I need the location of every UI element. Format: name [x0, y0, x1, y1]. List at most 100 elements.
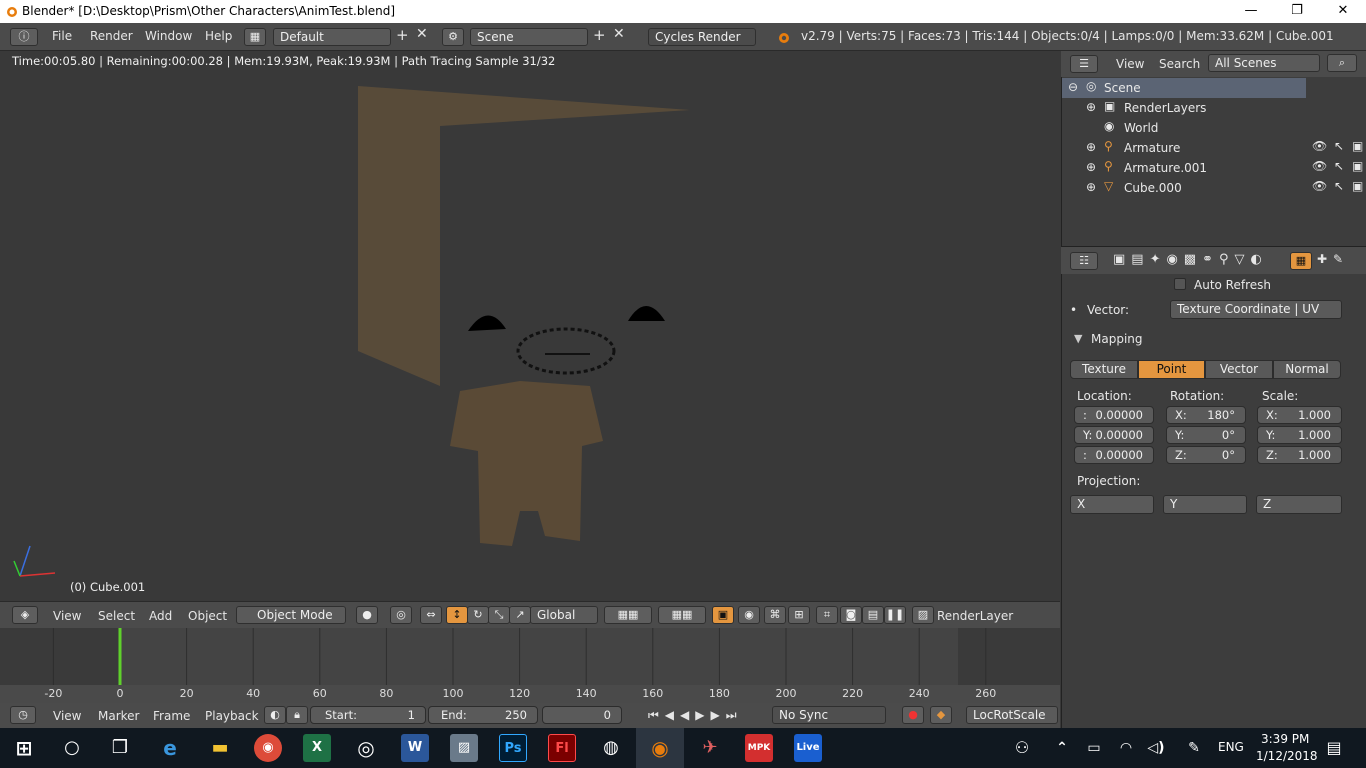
mail-app-icon[interactable]: ✈ — [696, 734, 724, 762]
pivot-icon[interactable]: ◎ — [390, 606, 412, 624]
outliner-row-armature-001[interactable]: ⊕ ⚲ Armature.001 👁︎ ↖ ▣ — [1062, 158, 1366, 178]
timeline-area[interactable] — [0, 628, 1060, 685]
mpk-icon[interactable]: MPK — [745, 734, 773, 762]
rotation-y-field[interactable]: Y: 0° — [1166, 426, 1246, 444]
vp-menu-object[interactable]: Object — [188, 609, 227, 623]
tab-normal[interactable]: Normal — [1273, 360, 1341, 379]
outliner-editor-icon[interactable]: ☰ — [1070, 55, 1098, 73]
shading-icon[interactable]: ● — [356, 606, 378, 624]
layout-selector[interactable]: Default — [273, 28, 391, 46]
maximize-button[interactable]: ❐ — [1274, 0, 1320, 23]
proportional-icon[interactable]: ◉ — [738, 606, 760, 624]
expand-icon[interactable]: ⊕ — [1086, 100, 1096, 114]
menu-file[interactable]: File — [52, 29, 72, 43]
select-cursor-icon[interactable]: ↖ — [1334, 139, 1344, 153]
remove-scene-icon[interactable]: ✕ — [613, 26, 625, 42]
vp-menu-add[interactable]: Add — [149, 609, 172, 623]
rotation-x-field[interactable]: X: 180° — [1166, 406, 1246, 424]
wifi-icon[interactable]: ◠ — [1112, 734, 1140, 762]
volume-icon[interactable]: ◁) — [1142, 734, 1170, 762]
expand-icon[interactable]: ⊕ — [1086, 180, 1096, 194]
record-icon[interactable]: ● — [902, 706, 924, 724]
cortana-icon[interactable]: ○ — [58, 734, 86, 762]
flash-icon[interactable]: Fl — [548, 734, 576, 762]
outliner-row-cube[interactable]: ⊕ ▽ Cube.000 👁︎ ↖ ▣ — [1062, 178, 1366, 198]
manipulator-icon[interactable]: ⇔ — [420, 606, 442, 624]
sync-select[interactable]: No Sync — [772, 706, 886, 724]
visibility-eye-icon[interactable]: 👁︎ — [1312, 139, 1327, 153]
expand-icon[interactable]: ⊕ — [1086, 160, 1096, 174]
visibility-eye-icon[interactable]: 👁︎ — [1312, 179, 1327, 193]
editor-type-3d-icon[interactable]: ◈ — [12, 606, 38, 624]
photoshop-icon[interactable]: Ps — [499, 734, 527, 762]
tray-expand-icon[interactable]: ⌃ — [1048, 734, 1076, 762]
scale-x-field[interactable]: X: 1.000 — [1257, 406, 1342, 424]
properties-editor-icon[interactable]: ☷ — [1070, 252, 1098, 270]
location-x-field[interactable]: :0.00000 — [1074, 406, 1154, 424]
outliner-row-world[interactable]: ◉ World — [1062, 118, 1366, 138]
pen-icon[interactable]: ✎ — [1180, 734, 1208, 762]
editor-type-icon[interactable]: ⓘ — [10, 28, 38, 46]
menu-render[interactable]: Render — [90, 29, 133, 43]
clock-time[interactable]: 3:39 PM — [1261, 732, 1309, 746]
clock-date[interactable]: 1/12/2018 — [1256, 749, 1318, 763]
frame-ruler[interactable]: -20 0 20 40 60 80 100 120 140 160 180 200 220 240 260 — [0, 685, 1060, 703]
transform-icon[interactable]: ↗ — [509, 606, 531, 624]
3d-viewport[interactable] — [0, 51, 1060, 601]
snap-target-icon[interactable]: ⊞ — [788, 606, 810, 624]
tab-vector[interactable]: Vector — [1205, 360, 1273, 379]
lock-layers-icon[interactable]: ▣ — [712, 606, 734, 624]
extra-tabs[interactable]: ✚✎ — [1317, 252, 1349, 266]
language-indicator[interactable]: ENG — [1218, 740, 1244, 754]
outliner-search-icon[interactable]: ⌕ — [1327, 54, 1357, 72]
battery-icon[interactable]: ▭ — [1080, 734, 1108, 762]
expand-icon[interactable]: ⊕ — [1086, 140, 1096, 154]
outliner-row-armature[interactable]: ⊕ ⚲ Armature 👁︎ ↖ ▣ — [1062, 138, 1366, 158]
scale-z-field[interactable]: Z: 1.000 — [1257, 446, 1342, 464]
render-camera-icon[interactable]: ▣ — [1352, 139, 1363, 153]
outliner-row-renderlayers[interactable]: ⊕ ▣ RenderLayers — [1062, 98, 1366, 118]
scale-icon[interactable]: ⤡ — [488, 606, 510, 624]
add-scene-icon[interactable]: + — [593, 26, 606, 44]
word-icon[interactable]: W — [401, 734, 429, 762]
task-view-icon[interactable]: ❐ — [106, 734, 134, 762]
ableton-live-icon[interactable]: Live — [794, 734, 822, 762]
excel-icon[interactable]: X — [303, 734, 331, 762]
scene-icon[interactable]: ⚙ — [442, 28, 464, 46]
location-y-field[interactable]: Y: 0.00000 — [1074, 426, 1154, 444]
vp-menu-view[interactable]: View — [53, 609, 81, 623]
outliner-menu-search[interactable]: Search — [1159, 57, 1200, 71]
select-cursor-icon[interactable]: ↖ — [1334, 159, 1344, 173]
render-anim-icon[interactable]: ▤ — [862, 606, 884, 624]
obs-icon[interactable]: ◍ — [597, 734, 625, 762]
snap-icon[interactable]: ⌘ — [764, 606, 786, 624]
remove-layout-icon[interactable]: ✕ — [416, 26, 428, 42]
timeline-editor-icon[interactable]: ◷ — [10, 706, 36, 724]
mode-select[interactable]: Object Mode — [236, 606, 346, 624]
render-layer-label[interactable]: RenderLayer — [937, 609, 1013, 623]
tl-menu-frame[interactable]: Frame — [153, 709, 190, 723]
minimize-button[interactable]: — — [1228, 0, 1274, 23]
image-app-icon[interactable]: ▨ — [450, 734, 478, 762]
grid-snap-icon[interactable]: ⌗ — [816, 606, 838, 624]
lock-range-icon[interactable]: 🔒︎ — [286, 706, 308, 724]
orientation-select[interactable]: Global — [530, 606, 598, 624]
keyframe-icon[interactable]: ◆ — [930, 706, 952, 724]
layout-grid-icon[interactable]: ▦ — [244, 28, 266, 46]
properties-context-tabs[interactable]: ▣▤✦◉▩⚭⚲▽◐ — [1113, 252, 1268, 267]
translate-icon[interactable]: ↕ — [446, 606, 468, 624]
scale-y-field[interactable]: Y: 1.000 — [1257, 426, 1342, 444]
tl-menu-view[interactable]: View — [53, 709, 81, 723]
render-camera-icon[interactable]: ▣ — [1352, 159, 1363, 173]
outliner-row-scene[interactable]: ⊖ ◎ Scene — [1062, 78, 1306, 98]
visibility-eye-icon[interactable]: 👁︎ — [1312, 159, 1327, 173]
outliner-filter-select[interactable]: All Scenes — [1208, 54, 1320, 72]
blender-taskbar-icon[interactable]: ◉ — [646, 734, 674, 762]
projection-x-select[interactable]: X — [1070, 495, 1154, 514]
start-frame-field[interactable]: Start: 1 — [310, 706, 426, 724]
location-z-field[interactable]: :0.00000 — [1074, 446, 1154, 464]
outliner-menu-view[interactable]: View — [1116, 57, 1144, 71]
preview-range-icon[interactable]: ◐ — [264, 706, 286, 724]
opengl-render-icon[interactable]: ◙ — [840, 606, 862, 624]
groove-icon[interactable]: ◎ — [352, 734, 380, 762]
